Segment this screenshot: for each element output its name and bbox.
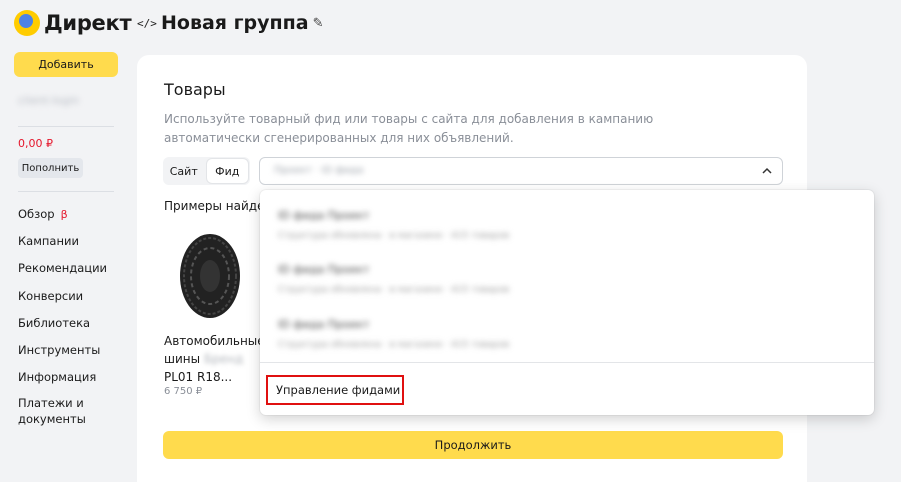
sidebar-item-overview[interactable]: Обзор β (18, 205, 128, 232)
continue-button[interactable]: Продолжить (163, 431, 783, 459)
sidebar-item-tools[interactable]: Инструменты (18, 341, 128, 368)
section-description: Используйте товарный фид или товары с са… (164, 112, 654, 145)
section-title: Товары (164, 80, 226, 99)
feed-option[interactable]: ID фида Проект Структура обновлена · в м… (278, 318, 578, 358)
sidebar-item-campaigns[interactable]: Кампании (18, 232, 128, 259)
sidebar-item-library[interactable]: Библиотека (18, 314, 128, 341)
account-name[interactable]: client-login (18, 94, 104, 108)
feed-option[interactable]: ID фида Проект Структура обновлена · в м… (278, 209, 578, 249)
pencil-icon[interactable]: ✎ (313, 16, 324, 31)
feed-option[interactable]: ID фида Проект Структура обновлена · в м… (278, 263, 578, 303)
sidebar-nav: Обзор β Кампании Рекомендации Конверсии Б… (18, 205, 128, 426)
segment-feed[interactable]: Фид (206, 159, 248, 183)
sidebar: Директ Добавить client-login 0,00 ₽ Попо… (0, 0, 132, 482)
sidebar-divider (18, 126, 114, 127)
segment-site[interactable]: Сайт (163, 157, 205, 185)
manage-feeds-link[interactable]: Управление фидами (266, 375, 404, 405)
page-header: </> Новая группа ✎ (137, 12, 324, 34)
examples-title: Примеры найде (164, 199, 265, 213)
add-button[interactable]: Добавить (14, 52, 118, 77)
code-icon[interactable]: </> (137, 17, 157, 30)
topup-button[interactable]: Пополнить (18, 158, 83, 178)
product-price: 6 750 ₽ (164, 386, 203, 397)
sidebar-item-payments[interactable]: Платежи и документы (18, 395, 128, 426)
tire-icon (180, 234, 240, 318)
yandex-direct-logo-icon (14, 10, 40, 36)
sidebar-item-conversions[interactable]: Конверсии (18, 287, 128, 314)
beta-badge: β (60, 208, 68, 221)
sidebar-item-recommendations[interactable]: Рекомендации (18, 259, 128, 286)
balance-value: 0,00 ₽ (18, 137, 53, 150)
dropdown-divider (260, 362, 874, 363)
sidebar-divider (18, 191, 114, 192)
feed-select-value: Проект · ID фида (274, 165, 364, 176)
feed-select[interactable]: Проект · ID фида (259, 157, 783, 185)
feed-dropdown: ID фида Проект Структура обновлена · в м… (260, 190, 874, 415)
logo[interactable]: Директ (14, 10, 132, 36)
sidebar-item-info[interactable]: Информация (18, 368, 128, 395)
source-segmented-control: Сайт Фид (163, 157, 250, 185)
product-name: Автомобильные шины Бренд PL01 R18... (164, 334, 265, 384)
page-title: Новая группа (161, 12, 309, 34)
logo-text: Директ (44, 11, 132, 35)
chevron-up-icon (761, 163, 773, 182)
